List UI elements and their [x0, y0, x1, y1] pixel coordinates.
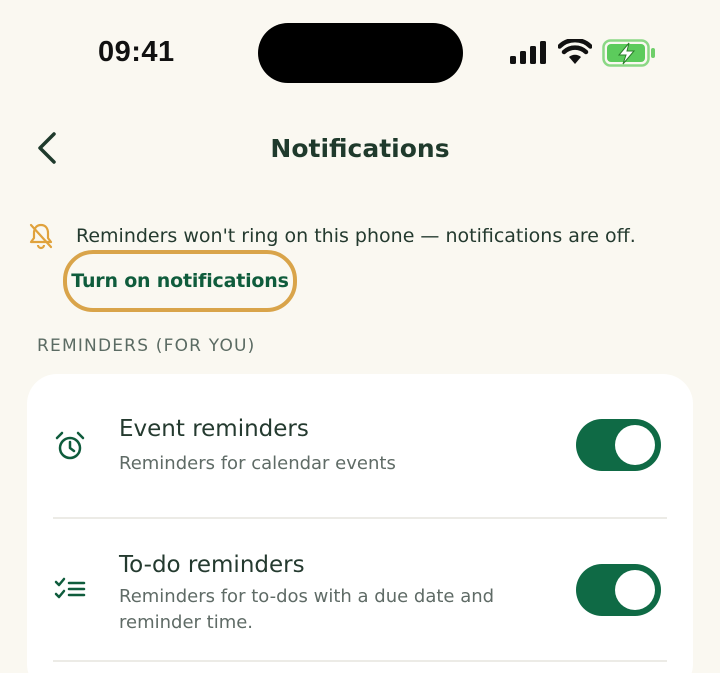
reminders-card: Event reminders Reminders for calendar e…	[27, 374, 693, 673]
event-reminders-subtitle: Reminders for calendar events	[119, 453, 396, 474]
battery-charging-icon	[602, 39, 655, 67]
status-bar: 09:41	[0, 0, 720, 100]
turn-on-notifications-link[interactable]: Turn on notifications	[63, 250, 297, 312]
checklist-icon	[54, 577, 86, 599]
wifi-icon	[558, 39, 592, 64]
todo-reminders-title: To-do reminders	[119, 552, 305, 578]
cellular-signal-icon	[510, 41, 546, 64]
section-title: REMINDERS (FOR YOU)	[37, 336, 256, 356]
todo-reminders-subtitle: Reminders for to-dos with a due date and…	[119, 586, 495, 633]
dynamic-island	[258, 23, 463, 83]
list-item: To-do reminders Reminders for to-dos wit…	[27, 518, 693, 660]
page-title: Notifications	[270, 134, 450, 163]
divider	[53, 660, 667, 662]
status-time: 09:41	[98, 36, 175, 68]
event-reminders-toggle[interactable]	[576, 419, 661, 471]
event-reminders-title: Event reminders	[119, 416, 309, 442]
list-item: Event reminders Reminders for calendar e…	[27, 374, 693, 518]
notifications-off-warning: Reminders won't ring on this phone — not…	[76, 225, 636, 247]
todo-reminders-toggle[interactable]	[576, 564, 661, 616]
toggle-knob	[615, 570, 655, 610]
toggle-knob	[615, 425, 655, 465]
alarm-clock-icon	[55, 431, 85, 460]
bell-off-icon	[29, 223, 53, 250]
